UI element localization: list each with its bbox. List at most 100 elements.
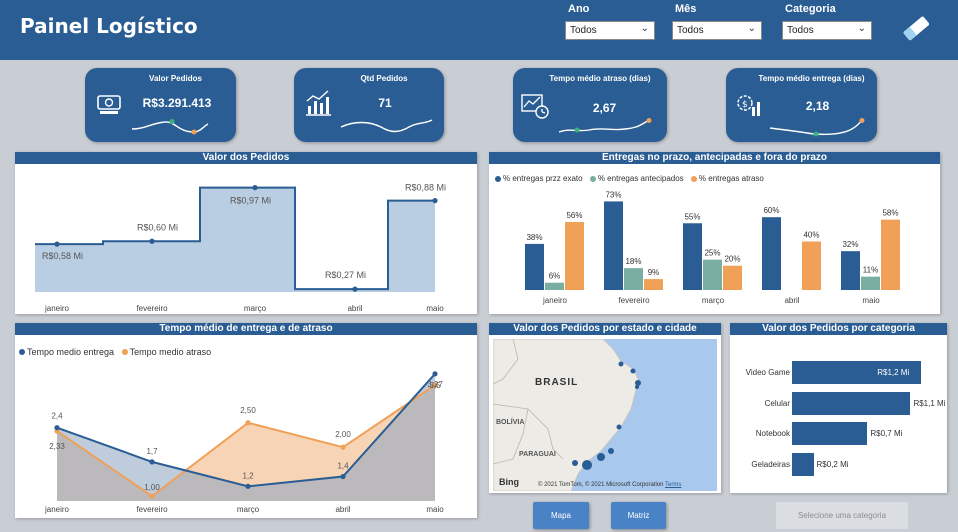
category-bar[interactable] [792, 422, 868, 445]
kpi-qtd-pedidos: Qtd Pedidos 71 [294, 68, 444, 142]
data-point [149, 459, 155, 465]
mapa-panel: Valor dos Pedidos por estado e cidade BR… [489, 323, 721, 493]
bar [841, 251, 860, 290]
x-tick-label: maio [862, 296, 880, 305]
data-point [54, 425, 60, 431]
data-point [245, 483, 251, 489]
money-icon [97, 95, 121, 114]
x-tick-label: abril [335, 505, 350, 514]
entregas-panel: Entregas no prazo, antecipadas e fora do… [489, 152, 940, 314]
legend-dot [495, 175, 501, 182]
data-point [352, 286, 358, 292]
map-credit-text: © 2021 TomTom, © 2021 Microsoft Corporat… [538, 482, 664, 488]
chevron-down-icon: ⌄ [640, 23, 649, 34]
data-label: 6% [549, 272, 561, 281]
legend-label: Tempo medio atraso [129, 346, 212, 357]
data-label: 2,33 [49, 442, 65, 451]
delivery-chart-icon [521, 94, 549, 119]
legend-dot [121, 348, 128, 355]
valor-pedidos-chart: R$0,58 Mi janeiro R$0,60 Mi fevereiro R$0,97… [35, 183, 446, 313]
bar [624, 268, 643, 290]
selecione-categoria-button[interactable]: Selecione uma categoria [776, 502, 908, 529]
legend-dot [690, 175, 697, 182]
data-label: 38% [526, 233, 542, 242]
data-label: R$0,60 Mi [137, 222, 178, 232]
kpi-tempo-medio-atraso: Tempo médio atraso (dias) 2,67 [513, 68, 667, 142]
data-label: 73% [605, 190, 621, 199]
filter-categoria-select[interactable]: Todos ⌄ [782, 21, 872, 40]
categoria-panel: Valor dos Pedidos por categoria Video Ga… [730, 323, 947, 493]
data-label: R$1,1 Mi [913, 399, 946, 408]
category-label: Notebook [755, 429, 790, 438]
kpi-sparkline [769, 118, 865, 137]
x-tick-label: janeiro [44, 505, 70, 514]
data-label: 32% [842, 240, 858, 249]
bar [861, 276, 880, 290]
map-country-label: BRASIL [535, 377, 579, 388]
panel-title: Entregas no prazo, antecipadas e fora do… [489, 152, 940, 164]
gear-money-icon: $ [737, 95, 760, 116]
data-label: R$0,58 Mi [42, 251, 83, 261]
kpi-title: Tempo médio atraso (dias) [549, 74, 651, 83]
x-tick-label: janeiro [542, 296, 568, 305]
bar [802, 241, 821, 290]
data-label: 1,4 [337, 462, 349, 471]
kpi-sparkline [558, 118, 652, 133]
data-label: 20% [724, 255, 740, 264]
x-tick-label: março [702, 296, 725, 305]
data-label: 56% [566, 211, 582, 220]
x-tick-label: fevereiro [618, 296, 650, 305]
legend-dot [589, 175, 596, 182]
data-label: R$0,27 Mi [325, 270, 366, 280]
data-point [245, 420, 251, 426]
header-bar: Painel Logístico Ano Todos ⌄ Mês Todos ⌄… [0, 0, 958, 60]
data-label: 55% [684, 212, 700, 221]
data-label: 2,00 [335, 430, 351, 439]
data-point [432, 198, 438, 204]
chevron-down-icon: ⌄ [857, 23, 866, 34]
brazil-map[interactable]: BRASIL BOLÍVIA PARAGUAI Bing © 2021 TomT… [493, 339, 717, 491]
matriz-button[interactable]: Matriz [611, 502, 666, 529]
data-label: 40% [803, 230, 819, 239]
data-label: 1,2 [242, 471, 254, 480]
data-label: R$1,2 Mi [877, 368, 910, 377]
entregas-legend: % entregas przz exato % entregas antecip… [495, 174, 769, 183]
categoria-chart: Video Game R$1,2 Mi Celular R$1,1 Mi Noteboo… [730, 335, 947, 493]
kpi-sparkline [340, 119, 433, 133]
data-point [149, 493, 155, 499]
data-point [432, 371, 438, 377]
mapa-button[interactable]: Mapa [533, 502, 589, 529]
data-label: 9% [648, 268, 660, 277]
data-point [54, 241, 60, 247]
filter-ano-select[interactable]: Todos ⌄ [565, 21, 655, 40]
filter-mes-select[interactable]: Todos ⌄ [672, 21, 762, 40]
bar [565, 222, 584, 290]
kpi-valor-pedidos: Valor Pedidos R$3.291.413 [85, 68, 236, 142]
data-point [149, 238, 155, 244]
category-bar[interactable] [792, 453, 814, 476]
kpi-title: Valor Pedidos [149, 74, 202, 83]
bing-logo: Bing [499, 477, 519, 487]
legend-label: % entregas przz exato [503, 174, 583, 184]
bar [525, 243, 544, 290]
x-tick-label: fevereiro [136, 505, 168, 514]
kpi-value: 2,18 [805, 99, 830, 113]
x-tick-label: março [237, 505, 260, 514]
kpi-tempo-medio-entrega: Tempo médio entrega (dias) $ 2,18 [726, 68, 877, 142]
map-terms-link[interactable]: Terms [665, 482, 681, 488]
category-label: Geladeiras [751, 460, 790, 469]
bar [644, 279, 663, 290]
category-bar[interactable] [792, 392, 911, 415]
data-label: 1,00 [144, 483, 160, 492]
tempo-legend: Tempo medio entrega Tempo medio atraso [19, 346, 216, 357]
bar [723, 265, 742, 290]
bar [703, 259, 722, 290]
data-label: R$0,2 Mi [816, 460, 849, 469]
kpi-title: Tempo médio entrega (dias) [758, 74, 865, 83]
panel-title: Valor dos Pedidos [15, 152, 477, 164]
kpi-value: 71 [378, 96, 392, 110]
data-label: 25% [704, 249, 720, 258]
bing-label: Bing [499, 477, 519, 487]
page-title: Painel Logístico [20, 14, 198, 38]
eraser-icon[interactable] [900, 12, 932, 44]
